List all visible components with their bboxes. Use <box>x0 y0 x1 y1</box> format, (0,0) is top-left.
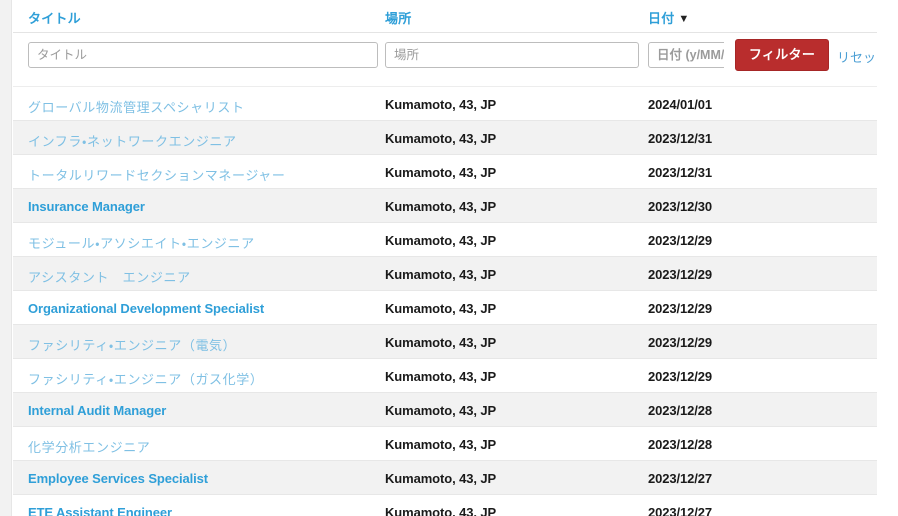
job-title-link[interactable]: Organizational Development Specialist <box>28 301 264 316</box>
filter-button[interactable]: フィルター <box>735 39 829 71</box>
job-posted-date: 2023/12/29 <box>648 369 713 384</box>
table-row[interactable]: ファシリティ・エンジニア（ガス化学） Kumamoto, 43, JP 2023/1… <box>13 359 877 393</box>
sort-descending-icon: ▼ <box>678 13 690 25</box>
job-title-link[interactable]: アシスタント エンジニア <box>28 267 191 286</box>
job-posted-date: 2023/12/29 <box>648 233 713 248</box>
job-posted-date: 2023/12/28 <box>648 437 713 452</box>
job-location: Kumamoto, 43, JP <box>385 403 497 418</box>
table-row[interactable]: アシスタント エンジニア Kumamoto, 43, JP 2023/12/29 <box>13 257 877 291</box>
table-column-header-row: タイトル 場所 日付 ▼ <box>13 0 877 33</box>
job-posted-date: 2023/12/29 <box>648 335 713 350</box>
job-location: Kumamoto, 43, JP <box>385 267 497 282</box>
job-posted-date: 2023/12/29 <box>648 301 713 316</box>
job-location: Kumamoto, 43, JP <box>385 505 497 516</box>
job-posted-date: 2023/12/27 <box>648 505 713 516</box>
column-header-location[interactable]: 場所 <box>385 8 411 27</box>
job-location: Kumamoto, 43, JP <box>385 97 497 112</box>
job-location: Kumamoto, 43, JP <box>385 335 497 350</box>
job-results-panel: タイトル 場所 日付▼ フィルター リセット グローバル物流管理スペシャリスト K… <box>13 0 877 516</box>
left-gutter <box>0 0 12 516</box>
date-filter-input[interactable] <box>648 42 724 68</box>
job-posted-date: 2024/01/01 <box>648 97 713 112</box>
job-location: Kumamoto, 43, JP <box>385 165 497 180</box>
job-title-link[interactable]: モジュール・アソシエイト・エンジニア <box>28 233 255 252</box>
table-row[interactable]: ファシリティ・エンジニア（電気） Kumamoto, 43, JP 2023/12/… <box>13 325 877 359</box>
job-location: Kumamoto, 43, JP <box>385 471 497 486</box>
filter-row: フィルター リセット <box>13 33 877 87</box>
job-location: Kumamoto, 43, JP <box>385 369 497 384</box>
job-title-link[interactable]: ファシリティ・エンジニア（電気） <box>28 335 236 354</box>
job-title-link[interactable]: インフラ・ネットワークエンジニア <box>28 131 237 150</box>
job-posted-date: 2023/12/29 <box>648 267 713 282</box>
date-filter-wrapper <box>648 42 724 68</box>
job-title-link[interactable]: グローバル物流管理スペシャリスト <box>28 97 245 116</box>
table-row[interactable]: 化学分析エンジニア Kumamoto, 43, JP 2023/12/28 <box>13 427 877 461</box>
table-row[interactable]: Organizational Development Specialist Kum… <box>13 291 877 325</box>
table-row[interactable]: Employee Services Specialist Kumamoto, 43… <box>13 461 877 495</box>
job-location: Kumamoto, 43, JP <box>385 233 497 248</box>
job-location: Kumamoto, 43, JP <box>385 131 497 146</box>
location-filter-input[interactable] <box>385 42 639 68</box>
page-root: タイトル 場所 日付▼ フィルター リセット グローバル物流管理スペシャリスト K… <box>0 0 898 516</box>
reset-link[interactable]: リセット <box>837 47 877 66</box>
right-gutter <box>877 0 898 516</box>
job-location: Kumamoto, 43, JP <box>385 199 497 214</box>
table-row[interactable]: ETE Assistant Engineer Kumamoto, 43, JP 20… <box>13 495 877 516</box>
job-title-link[interactable]: 化学分析エンジニア <box>28 437 150 456</box>
job-location: Kumamoto, 43, JP <box>385 437 497 452</box>
job-title-link[interactable]: ETE Assistant Engineer <box>28 505 172 516</box>
title-filter-input[interactable] <box>28 42 378 68</box>
job-title-link[interactable]: Internal Audit Manager <box>28 403 166 418</box>
table-row[interactable]: Insurance Manager Kumamoto, 43, JP 2023/12… <box>13 189 877 223</box>
table-row[interactable]: モジュール・アソシエイト・エンジニア Kumamoto, 43, JP 2023/1… <box>13 223 877 257</box>
table-row[interactable]: インフラ・ネットワークエンジニア Kumamoto, 43, JP 2023/12/… <box>13 121 877 155</box>
column-header-title[interactable]: タイトル <box>28 8 81 27</box>
table-row[interactable]: Internal Audit Manager Kumamoto, 43, JP 20… <box>13 393 877 427</box>
job-posted-date: 2023/12/31 <box>648 131 713 146</box>
job-results-table: グローバル物流管理スペシャリスト Kumamoto, 43, JP 2024/01/… <box>13 87 877 516</box>
column-header-date-label: 日付 <box>648 11 675 26</box>
job-posted-date: 2023/12/28 <box>648 403 713 418</box>
table-row[interactable]: グローバル物流管理スペシャリスト Kumamoto, 43, JP 2024/01/… <box>13 87 877 121</box>
job-posted-date: 2023/12/30 <box>648 199 713 214</box>
column-header-date[interactable]: 日付 ▼ <box>648 8 690 27</box>
job-title-link[interactable]: トータルリワードセクションマネージャー <box>28 165 286 184</box>
job-posted-date: 2023/12/27 <box>648 471 713 486</box>
job-location: Kumamoto, 43, JP <box>385 301 497 316</box>
job-title-link[interactable]: Insurance Manager <box>28 199 145 214</box>
job-title-link[interactable]: ファシリティ・エンジニア（ガス化学） <box>28 369 263 388</box>
job-posted-date: 2023/12/31 <box>648 165 713 180</box>
table-row[interactable]: トータルリワードセクションマネージャー Kumamoto, 43, JP 2023/… <box>13 155 877 189</box>
job-title-link[interactable]: Employee Services Specialist <box>28 471 208 486</box>
